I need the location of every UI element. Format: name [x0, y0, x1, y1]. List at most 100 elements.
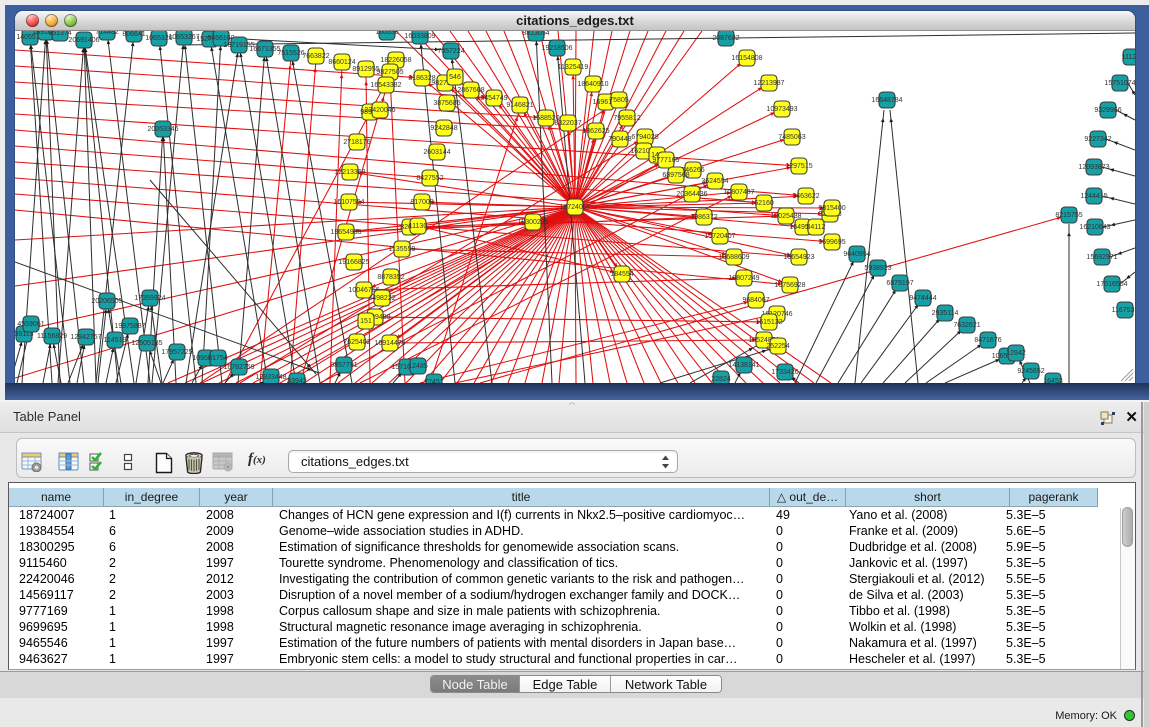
- svg-text:12942757: 12942757: [70, 334, 101, 341]
- svg-text:4498222: 4498222: [368, 295, 395, 302]
- svg-text:18226058: 18226058: [380, 57, 411, 64]
- svg-text:20053346: 20053346: [147, 126, 178, 133]
- svg-text:2867608: 2867608: [457, 87, 484, 94]
- svg-text:7485063: 7485063: [778, 134, 805, 141]
- svg-text:2087682: 2087682: [712, 35, 739, 42]
- svg-text:1244415: 1244415: [1080, 193, 1107, 200]
- svg-text:9474444: 9474444: [909, 295, 936, 302]
- svg-text:10653267: 10653267: [168, 34, 199, 41]
- svg-text:8471676: 8471676: [974, 337, 1001, 344]
- svg-text:6794028: 6794028: [631, 134, 658, 141]
- svg-text:12942: 12942: [1006, 350, 1026, 357]
- svg-text:17016504: 17016504: [1096, 281, 1127, 288]
- svg-text:77451: 77451: [424, 379, 444, 383]
- svg-text:1167539: 1167539: [1112, 307, 1135, 314]
- svg-text:1362625: 1362625: [582, 128, 609, 135]
- svg-text:9242848: 9242848: [430, 125, 457, 132]
- svg-text:19218506: 19218506: [541, 45, 572, 52]
- svg-text:714482: 714482: [95, 31, 118, 36]
- svg-text:9815400: 9815400: [818, 205, 845, 212]
- svg-text:8454749: 8454749: [480, 95, 507, 102]
- svg-text:8878352: 8878352: [377, 274, 404, 281]
- svg-text:16782759: 16782759: [223, 364, 254, 371]
- svg-text:19975887: 19975887: [114, 323, 145, 330]
- svg-text:16543382: 16543382: [370, 82, 401, 89]
- svg-text:7632621: 7632621: [953, 322, 980, 329]
- svg-text:9146821: 9146821: [506, 102, 533, 109]
- svg-text:16154808: 16154808: [731, 55, 762, 62]
- svg-text:18724007: 18724007: [559, 204, 590, 211]
- svg-text:12505135: 12505135: [131, 340, 162, 347]
- svg-text:17359924: 17359924: [134, 295, 165, 302]
- svg-text:16107554: 16107554: [333, 199, 364, 206]
- svg-text:9827505: 9827505: [376, 69, 403, 76]
- svg-text:11123: 11123: [1122, 54, 1135, 61]
- svg-text:2718176: 2718176: [343, 139, 370, 146]
- svg-text:18807249: 18807249: [728, 275, 759, 282]
- svg-text:151: 151: [360, 318, 372, 325]
- svg-text:7663822: 7663822: [302, 53, 329, 60]
- svg-text:75805: 75805: [609, 97, 629, 104]
- svg-text:9329966: 9329966: [1094, 107, 1121, 114]
- svg-text:11325419: 11325419: [558, 64, 589, 71]
- svg-text:17957225: 17957225: [161, 349, 192, 356]
- svg-text:10973493: 10973493: [766, 106, 797, 113]
- svg-text:10756928: 10756928: [774, 282, 805, 289]
- svg-text:11130: 11130: [409, 223, 428, 230]
- svg-text:16210643: 16210643: [1079, 224, 1110, 231]
- svg-text:12923448: 12923448: [255, 374, 286, 381]
- svg-text:252254: 252254: [766, 343, 789, 350]
- svg-text:9699695: 9699695: [818, 239, 845, 246]
- svg-text:11156829: 11156829: [37, 333, 67, 340]
- svg-text:7357224: 7357224: [437, 48, 464, 55]
- svg-text:16453: 16453: [1043, 378, 1063, 383]
- svg-text:3624554: 3624554: [701, 178, 728, 185]
- svg-text:15751074: 15751074: [1104, 80, 1135, 87]
- svg-text:790448: 790448: [608, 136, 631, 143]
- svg-text:9640954: 9640954: [843, 251, 870, 258]
- svg-text:7515526: 7515526: [277, 50, 304, 57]
- svg-text:9684067: 9684067: [742, 297, 769, 304]
- svg-text:8813054: 8813054: [522, 31, 549, 37]
- svg-text:2603144: 2603144: [423, 149, 450, 156]
- svg-text:12485: 12485: [408, 363, 428, 370]
- svg-text:4559061: 4559061: [17, 321, 44, 328]
- svg-text:7955812: 7955812: [613, 115, 640, 122]
- svg-text:15692971: 15692971: [1086, 254, 1117, 261]
- svg-text:22824: 22824: [711, 376, 731, 383]
- svg-text:7625402: 7625402: [343, 339, 370, 346]
- svg-text:1297515: 1297515: [785, 163, 812, 170]
- svg-text:81754: 81754: [208, 355, 228, 362]
- svg-text:83942: 83942: [287, 378, 307, 383]
- svg-text:9857791: 9857791: [330, 362, 357, 369]
- svg-text:5938923: 5938923: [864, 265, 891, 272]
- svg-text:2935114: 2935114: [932, 310, 959, 317]
- svg-text:6879197: 6879197: [886, 280, 913, 287]
- svg-text:20206505: 20206505: [91, 298, 122, 305]
- svg-text:806641: 806641: [122, 31, 145, 38]
- svg-text:8427552: 8427552: [416, 175, 443, 182]
- svg-text:15720407: 15720407: [704, 233, 735, 240]
- svg-text:817008: 817008: [410, 199, 433, 206]
- svg-text:19654935: 19654935: [330, 229, 361, 236]
- svg-text:16914479: 16914479: [374, 340, 405, 347]
- svg-text:16648784: 16648784: [871, 97, 902, 104]
- svg-text:546: 546: [449, 74, 461, 81]
- svg-text:19166825: 19166825: [338, 259, 369, 266]
- svg-text:20691406: 20691406: [68, 37, 99, 44]
- svg-text:184554: 184554: [610, 271, 633, 278]
- svg-text:9777169: 9777169: [652, 157, 679, 164]
- svg-text:114519: 114519: [104, 337, 127, 344]
- svg-text:8322037: 8322037: [554, 120, 581, 127]
- svg-text:3875685: 3875685: [433, 100, 460, 107]
- svg-text:7986372: 7986372: [690, 214, 717, 221]
- svg-text:16671355: 16671355: [249, 46, 280, 53]
- svg-text:10807487: 10807487: [723, 189, 754, 196]
- svg-text:10688609: 10688609: [718, 254, 749, 261]
- svg-text:18300295: 18300295: [517, 219, 548, 226]
- svg-text:62160: 62160: [754, 200, 774, 207]
- svg-text:12213987: 12213987: [753, 80, 784, 87]
- svg-text:16033809: 16033809: [404, 33, 435, 40]
- svg-text:12213369: 12213369: [334, 169, 365, 176]
- svg-text:14138141: 14138141: [728, 362, 759, 369]
